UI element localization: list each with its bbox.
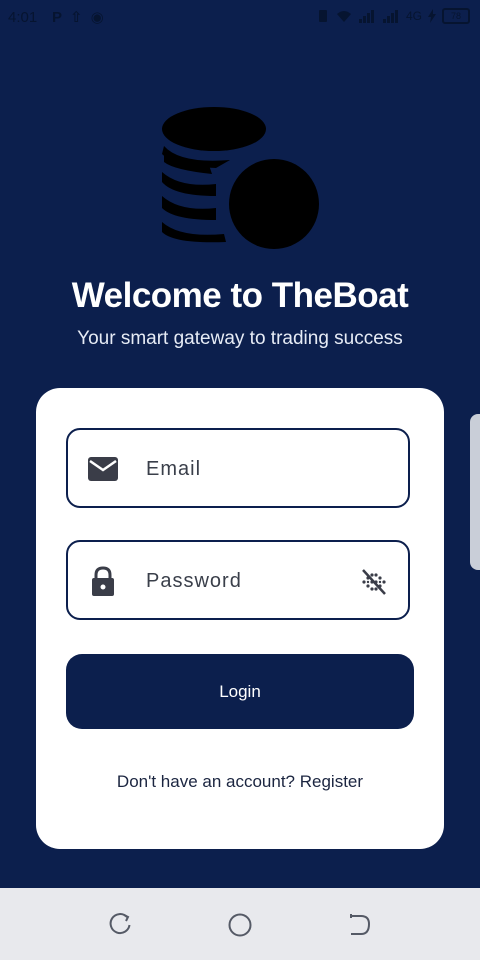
signal-icon	[358, 10, 374, 23]
password-field[interactable]	[66, 540, 410, 620]
home-icon[interactable]	[227, 912, 253, 938]
vibrate-icon	[318, 10, 327, 22]
email-input[interactable]	[144, 450, 358, 488]
status-indicators: 4G 78	[316, 8, 470, 24]
register-link[interactable]: Register	[300, 772, 363, 791]
login-card: Login Don't have an account? Register	[36, 388, 444, 849]
upload-notification-icon: ⇧	[70, 9, 83, 26]
recent-apps-icon[interactable]	[107, 912, 133, 938]
signal-icon-2	[382, 10, 398, 23]
visibility-off-icon[interactable]	[358, 566, 390, 598]
register-prompt: Don't have an account?	[116, 772, 296, 791]
email-field[interactable]	[66, 428, 410, 508]
status-time: 4:01	[8, 9, 38, 26]
register-row: Don't have an account? Register	[36, 772, 444, 792]
coin-stack-icon	[162, 107, 319, 249]
battery-icon: 78	[442, 8, 470, 24]
login-screen: 4:01 P ⇧ ◉ 4G 78 Welcome to TheBoat Your…	[0, 0, 480, 960]
charging-icon	[428, 9, 436, 23]
password-input[interactable]	[144, 562, 358, 600]
side-drawer-handle[interactable]	[470, 414, 480, 570]
login-button[interactable]: Login	[66, 654, 414, 729]
app-notification-icon: P	[52, 8, 63, 26]
status-app-icons: P ⇧ ◉	[52, 8, 104, 27]
welcome-subtitle: Your smart gateway to trading success	[77, 328, 403, 349]
lock-icon	[92, 566, 114, 596]
network-type: 4G	[405, 9, 422, 23]
status-bar: 4:01 P ⇧ ◉ 4G 78	[0, 0, 480, 36]
battery-level: 78	[450, 11, 461, 21]
back-icon[interactable]	[347, 912, 373, 938]
welcome-title: Welcome to TheBoat	[71, 276, 409, 315]
wifi-icon	[336, 11, 351, 22]
envelope-icon	[88, 457, 118, 481]
circle-notification-icon: ◉	[90, 9, 104, 26]
system-nav-bar	[0, 888, 480, 960]
